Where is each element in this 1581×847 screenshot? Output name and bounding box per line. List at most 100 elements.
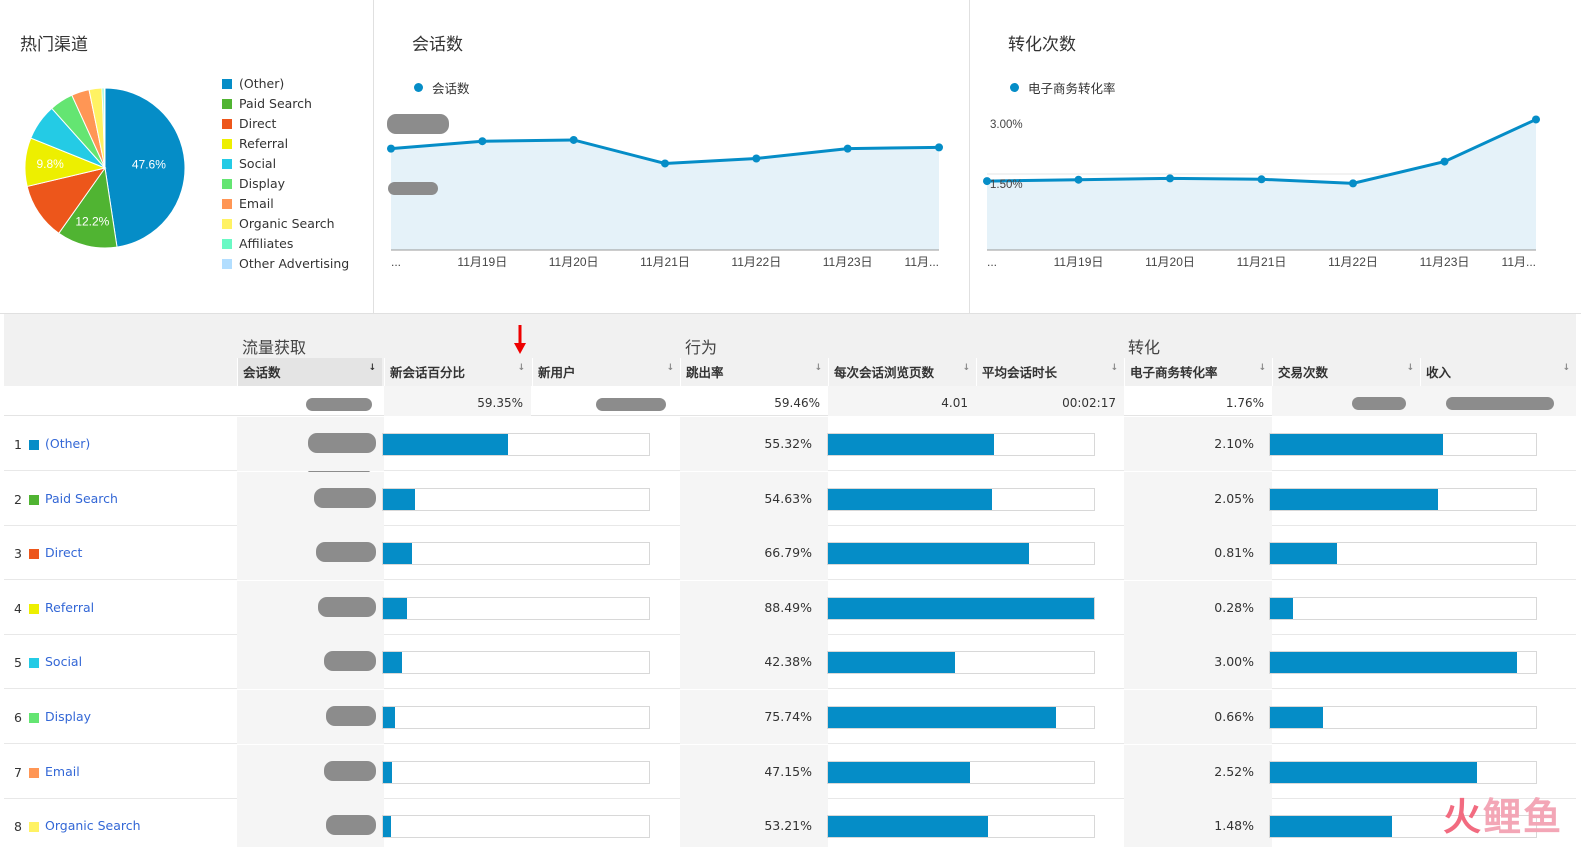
channel-link[interactable]: Referral [45,600,94,615]
legend-swatch-icon [222,219,232,229]
ecommerce-rate-value: 0.28% [1214,599,1254,615]
table-row[interactable]: 3 Direct 66.79% 0.81% [4,526,1576,581]
legend-dot-icon [1010,83,1019,92]
data-point[interactable] [752,154,761,163]
sort-icon: ↓ [517,363,525,373]
pie-legend-item[interactable]: Affiliates [222,234,349,254]
new-session-bar-fill [383,597,407,619]
header-pages-per-session[interactable]: 每次会话浏览页数 ↓ [828,358,976,386]
channel-link[interactable]: Paid Search [45,491,118,506]
pie-legend-label: Organic Search [239,216,335,231]
sessions-legend-label: 会话数 [432,81,470,96]
x-tick-label: 11月... [905,255,939,269]
watermark-rest: 鲤鱼 [1482,795,1563,839]
pie-legend-item[interactable]: Referral [222,134,349,154]
data-point[interactable] [478,137,487,146]
bounce-bar-fill [828,543,1029,565]
new-session-bar-fill [383,652,402,674]
redacted-sessions [316,542,376,563]
data-point[interactable] [1440,157,1449,166]
bounce-rate-value: 75.74% [764,709,812,724]
channel-link[interactable]: Social [45,654,82,669]
watermark-logo: 火鲤鱼 [1443,786,1563,841]
redacted-sessions [318,596,376,617]
pie-legend-label: Paid Search [239,96,312,111]
data-point[interactable] [1349,179,1357,188]
data-point[interactable] [935,143,943,152]
new-session-bar-fill [383,816,391,838]
pie-legend-item[interactable]: Direct [222,114,349,134]
header-revenue[interactable]: 收入 ↓ [1420,358,1576,386]
bounce-bar [827,433,1095,456]
table-row[interactable]: 5 Social 42.38% 3.00% [4,635,1576,690]
pie-legend-item[interactable]: Paid Search [222,94,349,114]
pie-legend-item[interactable]: Display [222,174,349,194]
channel-link[interactable]: Direct [45,545,82,560]
table-row[interactable]: 6 Display 75.74% 0.66% [4,690,1576,744]
redacted-sessions [324,651,376,672]
table-row[interactable]: 8 Organic Search 53.21% 1.48% [4,799,1576,847]
bounce-rate-value: 88.49% [764,599,812,615]
pie-legend-item[interactable]: Email [222,194,349,214]
data-point[interactable] [1074,175,1083,184]
data-point[interactable] [569,135,578,144]
data-point[interactable] [1532,115,1540,124]
group-conversion: 转化 [1128,338,1161,357]
channel-color-icon [29,549,39,560]
header-bounce-rate-label: 跳出率 [686,365,724,380]
channel-link[interactable]: Display [45,709,91,724]
channel-link[interactable]: Email [45,764,80,779]
legend-dot-icon [414,83,423,92]
new-session-bar-fill [383,707,395,728]
sort-down-icon: ↓ [368,363,376,373]
header-ecommerce-rate-label: 电子商务转化率 [1130,365,1218,380]
channel-link[interactable]: Organic Search [45,818,141,833]
redacted-sessions [314,487,376,508]
data-point[interactable] [1257,175,1266,184]
ecommerce-bar [1269,651,1537,675]
ecommerce-bar-fill [1270,761,1478,783]
data-point[interactable] [661,159,669,168]
pie-legend-item[interactable]: Other Advertising [222,254,349,274]
table-row[interactable]: 1 (Other) 55.32% 2.10% [4,417,1576,471]
header-new-session-pct[interactable]: 新会话百分比 ↓ [384,358,531,386]
header-avg-duration[interactable]: 平均会话时长 ↓ [976,358,1124,386]
totals-row: 59.35% 59.46% 4.01 00:02:17 1.76% [4,386,1576,483]
header-new-users[interactable]: 新用户 ↓ [532,358,680,386]
header-ecommerce-rate[interactable]: 电子商务转化率 ↓ [1124,358,1272,386]
header-bounce-rate[interactable]: 跳出率 ↓ [680,358,828,386]
new-session-bar-fill [383,543,413,565]
y-tick-label: 3.00% [990,119,1023,131]
table-row[interactable]: 2 Paid Search 54.63% 2.05% [4,471,1576,526]
ecommerce-rate-value: 2.10% [1214,436,1254,451]
sort-icon: ↓ [1258,363,1266,373]
table-row[interactable]: 7 Email 47.15% 2.52% [4,744,1576,799]
pie-legend-item[interactable]: Organic Search [222,214,349,234]
pie-legend-item[interactable]: Social [222,154,349,174]
row-number: 6 [14,710,22,725]
ecommerce-rate-value: 2.52% [1214,763,1254,779]
redacted-sessions [324,760,376,781]
bounce-rate-value: 53.21% [764,818,812,834]
conversion-legend-label: 电子商务转化率 [1028,81,1116,96]
header-sessions[interactable]: 会话数 ↓ [237,358,382,386]
header-transactions[interactable]: 交易次数 ↓ [1272,358,1420,386]
bounce-rate-value: 54.63% [764,490,812,506]
pie-legend-label: Direct [239,116,277,131]
x-tick-label: 11月19日 [1054,255,1104,269]
legend-swatch-icon [222,139,232,149]
data-point[interactable] [387,144,395,153]
new-session-bar [382,487,650,511]
table-row[interactable]: 4 Referral 88.49% 0.28% [4,580,1576,635]
pie-legend-item[interactable]: (Other) [222,74,349,94]
data-point[interactable] [843,144,852,153]
group-header-row: 流量获取 行为 转化 [4,314,1576,358]
channel-color-icon [29,822,39,833]
bounce-bar [827,542,1095,566]
channel-link[interactable]: (Other) [45,436,90,451]
bounce-bar-fill [828,761,970,783]
sessions-legend: 会话数 [414,78,470,97]
bounce-bar [827,651,1095,675]
data-point[interactable] [1166,174,1174,183]
header-new-session-pct-label: 新会话百分比 [390,365,466,380]
